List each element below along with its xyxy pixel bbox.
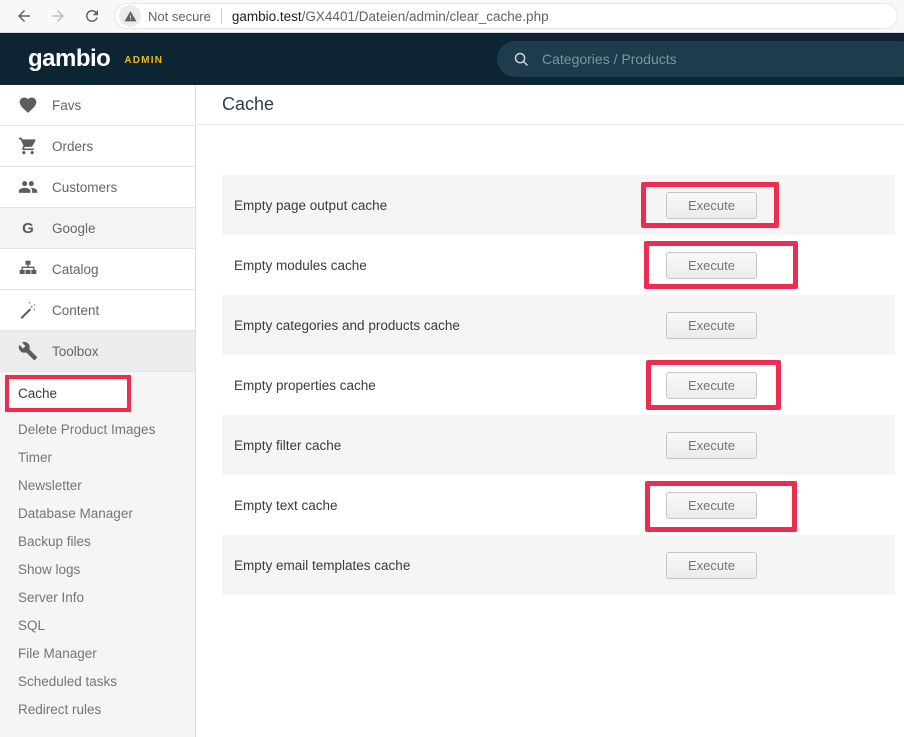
logo-wrap[interactable]: gambio ADMIN: [28, 33, 163, 85]
magic-wand-icon: [18, 300, 38, 320]
cache-row-label: Empty email templates cache: [234, 558, 666, 573]
cache-row-label: Empty properties cache: [234, 378, 666, 393]
sidebar-item-favs[interactable]: Favs: [0, 85, 195, 126]
sidebar-item-catalog[interactable]: Catalog: [0, 249, 195, 290]
screen: Not secure gambio.test/GX4401/Dateien/ad…: [0, 0, 904, 737]
sidebar-item-backup-files[interactable]: Backup files: [0, 528, 196, 556]
wrench-icon: [18, 341, 38, 361]
execute-button-filter[interactable]: Execute: [666, 432, 757, 459]
sidebar-item-redirect-rules[interactable]: Redirect rules: [0, 696, 196, 724]
execute-button-email-templates[interactable]: Execute: [666, 552, 757, 579]
sidebar-item-timer[interactable]: Timer: [0, 444, 196, 472]
not-secure-label: Not secure: [148, 9, 211, 24]
sidebar-item-scheduled-tasks[interactable]: Scheduled tasks: [0, 668, 196, 696]
cache-row-properties: Empty properties cache Execute: [222, 355, 895, 415]
sidebar-item-cache-highlighted[interactable]: Cache: [5, 375, 131, 412]
sidebar-item-newsletter[interactable]: Newsletter: [0, 472, 196, 500]
url-host: gambio.test: [232, 9, 302, 24]
cache-row-modules: Empty modules cache Execute: [222, 235, 895, 295]
cache-row-page-output: Empty page output cache Execute: [222, 175, 895, 235]
sidebar: Favs Orders Customers G Google Catalog C…: [0, 85, 196, 737]
cache-row-label: Empty text cache: [234, 498, 666, 513]
sidebar-item-google[interactable]: G Google: [0, 208, 195, 249]
sidebar-item-sql[interactable]: SQL: [0, 612, 196, 640]
cache-row-email-templates: Empty email templates cache Execute: [222, 535, 895, 595]
sidebar-item-label: Cache: [18, 386, 57, 401]
cart-icon: [18, 136, 38, 156]
browser-nav-icons: [0, 6, 114, 26]
execute-button-modules[interactable]: Execute: [666, 252, 757, 279]
execute-button-categories-products[interactable]: Execute: [666, 312, 757, 339]
submenu-list: Delete Product Images Timer Newsletter D…: [0, 416, 196, 724]
customers-icon: [18, 177, 38, 197]
url-path: /GX4401/Dateien/admin/clear_cache.php: [302, 9, 549, 24]
execute-button-text[interactable]: Execute: [666, 492, 757, 519]
sidebar-item-toolbox[interactable]: Toolbox: [0, 331, 195, 372]
browser-toolbar: Not secure gambio.test/GX4401/Dateien/ad…: [0, 0, 904, 33]
admin-badge: ADMIN: [124, 55, 163, 66]
sidebar-item-label: Favs: [52, 98, 81, 113]
sidebar-item-delete-product-images[interactable]: Delete Product Images: [0, 416, 196, 444]
url-separator: [221, 8, 222, 24]
page-title: Cache: [222, 94, 274, 115]
search-input[interactable]: [542, 51, 842, 67]
main-content: Cache Empty page output cache Execute Em…: [197, 85, 904, 737]
refresh-icon[interactable]: [82, 6, 102, 26]
search-icon: [513, 51, 530, 68]
admin-header: gambio ADMIN: [0, 33, 904, 85]
cache-actions-list: Empty page output cache Execute Empty mo…: [222, 175, 895, 595]
back-icon[interactable]: [14, 6, 34, 26]
page-header: Cache: [197, 85, 904, 125]
svg-text:G: G: [22, 220, 34, 237]
sidebar-item-show-logs[interactable]: Show logs: [0, 556, 196, 584]
catalog-tree-icon: [18, 259, 38, 279]
cache-row-text: Empty text cache Execute: [222, 475, 895, 535]
sidebar-item-label: Customers: [52, 180, 117, 195]
sidebar-item-server-info[interactable]: Server Info: [0, 584, 196, 612]
global-search[interactable]: [497, 41, 904, 77]
sidebar-item-database-manager[interactable]: Database Manager: [0, 500, 196, 528]
address-bar[interactable]: Not secure gambio.test/GX4401/Dateien/ad…: [114, 3, 898, 29]
sidebar-item-label: Orders: [52, 139, 93, 154]
sidebar-item-orders[interactable]: Orders: [0, 126, 195, 167]
sidebar-item-label: Catalog: [52, 262, 99, 277]
sidebar-item-label: Google: [52, 221, 96, 236]
cache-row-label: Empty modules cache: [234, 258, 666, 273]
sidebar-item-customers[interactable]: Customers: [0, 167, 195, 208]
google-icon: G: [18, 218, 38, 238]
cache-row-label: Empty categories and products cache: [234, 318, 666, 333]
gambio-logo: gambio: [28, 45, 110, 73]
cache-row-label: Empty filter cache: [234, 438, 666, 453]
sidebar-item-label: Content: [52, 303, 99, 318]
cache-row-label: Empty page output cache: [234, 198, 666, 213]
sidebar-item-content[interactable]: Content: [0, 290, 195, 331]
sidebar-item-file-manager[interactable]: File Manager: [0, 640, 196, 668]
sidebar-item-label: Toolbox: [52, 344, 99, 359]
not-secure-warning-icon[interactable]: [119, 5, 141, 27]
execute-button-page-output[interactable]: Execute: [666, 192, 757, 219]
cache-row-filter: Empty filter cache Execute: [222, 415, 895, 475]
forward-icon[interactable]: [48, 6, 68, 26]
url-text: gambio.test/GX4401/Dateien/admin/clear_c…: [232, 9, 549, 24]
execute-button-properties[interactable]: Execute: [666, 372, 757, 399]
heart-icon: [18, 95, 38, 115]
cache-row-categories-products: Empty categories and products cache Exec…: [222, 295, 895, 355]
